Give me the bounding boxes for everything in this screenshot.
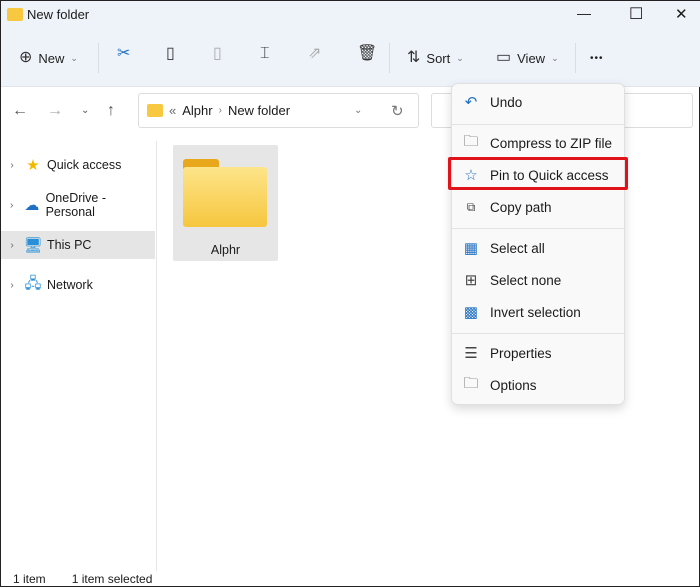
star-icon: ★ xyxy=(26,157,40,174)
chevron-right-icon[interactable]: › xyxy=(1,240,23,251)
back-button[interactable]: ← xyxy=(12,102,28,120)
menu-item-label: Properties xyxy=(490,345,552,361)
sort-icon: ⇅ xyxy=(407,49,421,66)
menu-separator xyxy=(452,228,624,229)
breadcrumb-item[interactable]: Alphr xyxy=(182,103,212,118)
view-icon: ▭ xyxy=(496,49,512,66)
sort-label: Sort xyxy=(426,50,451,66)
menu-item-options[interactable]: 🗀 Options xyxy=(452,371,624,399)
chevron-down-icon[interactable]: ⌄ xyxy=(354,105,362,116)
view-button[interactable]: ▭ View ⌄ xyxy=(496,46,559,70)
sidebar-item-label: Quick access xyxy=(47,158,122,172)
window-title: New folder xyxy=(27,7,90,22)
cut-icon[interactable]: ✂ xyxy=(117,46,130,70)
divider xyxy=(98,43,99,73)
close-button[interactable]: ✕ xyxy=(675,5,688,23)
more-options-button[interactable]: ••• xyxy=(590,46,604,70)
new-button[interactable]: ⊕ New ⌄ xyxy=(19,46,78,70)
item-count: 1 item xyxy=(13,571,46,586)
chevron-right-icon[interactable]: › xyxy=(1,280,23,291)
properties-icon: ☰ xyxy=(464,345,478,362)
monitor-icon: 🖥 xyxy=(23,237,43,254)
select-none-icon: ⊞ xyxy=(464,272,478,289)
view-label: View xyxy=(517,50,546,66)
menu-separator xyxy=(452,333,624,334)
up-button[interactable]: ↑ xyxy=(107,102,115,120)
menu-separator xyxy=(452,124,624,125)
sidebar-item-label: Network xyxy=(47,278,93,292)
menu-item-label: Copy path xyxy=(490,199,552,215)
navigation-pane: › ★ Quick access › ☁ OneDrive - Personal › 🖥 T… xyxy=(1,141,157,571)
status-bar: 1 item 1 item selected xyxy=(1,569,700,588)
copy-icon[interactable]: ▯ xyxy=(166,46,175,70)
menu-item-label: Undo xyxy=(490,94,523,110)
menu-item-label: Invert selection xyxy=(490,304,581,320)
sidebar-item-onedrive[interactable]: › ☁ OneDrive - Personal xyxy=(1,191,155,219)
plus-circle-icon: ⊕ xyxy=(19,49,33,66)
divider xyxy=(389,43,390,73)
sidebar-item-network[interactable]: › 🖧 Network xyxy=(1,271,155,299)
menu-item-select-none[interactable]: ⊞ Select none xyxy=(452,266,624,294)
divider xyxy=(575,43,576,73)
command-bar: ⊕ New ⌄ ✂ ▯ ▯ ⌶ ⇗ 🗑 ⇅ Sort ⌄ ▭ View ⌄ ••• xyxy=(1,29,700,87)
undo-icon: ↶ xyxy=(464,94,478,111)
options-icon: 🗀 xyxy=(463,374,479,392)
context-menu: ↶ Undo 🗀 Compress to ZIP file ☆ Pin to Quic… xyxy=(451,83,625,405)
maximize-button[interactable]: ☐ xyxy=(629,4,643,24)
breadcrumb-item[interactable]: New folder xyxy=(228,103,290,118)
network-icon: 🖧 xyxy=(24,274,42,292)
title-bar: New folder — ☐ ✕ xyxy=(1,1,700,29)
select-all-icon: ▦ xyxy=(463,240,479,257)
rename-icon[interactable]: ⌶ xyxy=(260,46,270,70)
copy-path-icon: ⧉ xyxy=(466,199,476,214)
sort-button[interactable]: ⇅ Sort ⌄ xyxy=(407,46,464,70)
menu-item-label: Options xyxy=(490,377,537,393)
chevron-right-icon[interactable]: › xyxy=(1,160,23,171)
chevron-down-icon: ⌄ xyxy=(456,52,464,63)
cloud-icon: ☁ xyxy=(24,197,40,214)
recent-chevron-icon[interactable]: ⌄ xyxy=(81,105,89,116)
folder-icon xyxy=(147,104,163,117)
refresh-icon[interactable]: ↻ xyxy=(391,102,404,120)
invert-selection-icon: ▩ xyxy=(463,304,479,321)
new-label: New xyxy=(38,50,65,66)
folder-name: Alphr xyxy=(210,243,241,257)
breadcrumb-overflow[interactable]: « xyxy=(169,103,176,118)
sidebar-item-label: OneDrive - Personal xyxy=(45,191,107,219)
sidebar-item-this-pc[interactable]: › 🖥 This PC xyxy=(1,231,155,259)
menu-item-properties[interactable]: ☰ Properties xyxy=(452,339,624,367)
menu-item-label: Compress to ZIP file xyxy=(490,135,613,151)
folder-item[interactable]: Alphr xyxy=(173,145,278,261)
chevron-right-icon[interactable]: › xyxy=(1,200,22,211)
selection-count: 1 item selected xyxy=(71,571,153,586)
delete-icon[interactable]: 🗑 xyxy=(357,46,377,70)
chevron-down-icon: ⌄ xyxy=(70,52,78,63)
address-bar[interactable]: « Alphr › New folder ⌄ ↻ xyxy=(138,93,419,128)
zip-icon: 🗀 xyxy=(463,132,479,150)
forward-button[interactable]: → xyxy=(47,102,63,120)
menu-item-undo[interactable]: ↶ Undo xyxy=(452,88,624,116)
menu-item-select-all[interactable]: ▦ Select all xyxy=(452,234,624,262)
highlight-box xyxy=(448,157,628,190)
folder-icon xyxy=(7,8,23,21)
menu-item-label: Select all xyxy=(490,240,545,256)
chevron-down-icon: ⌄ xyxy=(551,52,559,63)
share-icon[interactable]: ⇗ xyxy=(308,46,321,70)
folder-icon-body xyxy=(183,167,267,227)
menu-item-compress-zip[interactable]: 🗀 Compress to ZIP file xyxy=(452,129,624,157)
menu-item-copy-path[interactable]: ⧉ Copy path xyxy=(452,193,624,221)
minimize-button[interactable]: — xyxy=(577,5,591,21)
menu-item-invert-selection[interactable]: ▩ Invert selection xyxy=(452,298,624,326)
paste-icon[interactable]: ▯ xyxy=(213,46,222,70)
chevron-right-icon: › xyxy=(218,105,222,116)
menu-item-label: Select none xyxy=(490,272,562,288)
sidebar-item-quick-access[interactable]: › ★ Quick access xyxy=(1,151,155,179)
sidebar-item-label: This PC xyxy=(47,238,92,252)
